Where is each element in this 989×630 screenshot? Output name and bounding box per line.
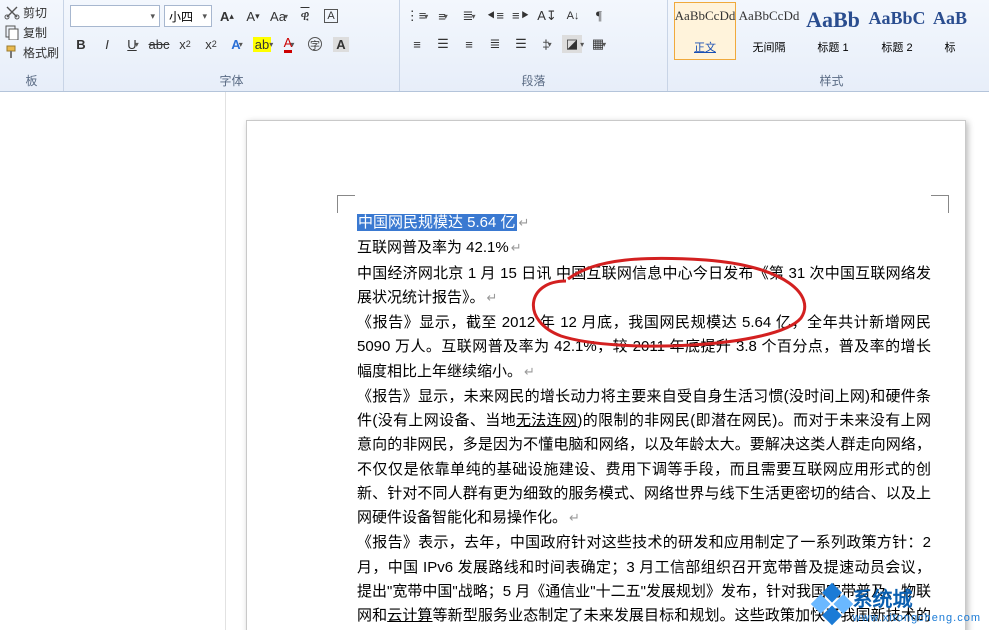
show-marks-button[interactable]: ¶: [588, 5, 610, 27]
style-normal[interactable]: AaBbCcDd 正文: [674, 2, 736, 60]
style-heading2[interactable]: AaBbC 标题 2: [866, 2, 928, 60]
para-4[interactable]: 《报告》显示，截至 2012 年 12 月底，我国网民规模达 5.64 亿，全年…: [357, 311, 931, 384]
sort-icon: A↧: [537, 8, 557, 24]
align-left-button[interactable]: ≡: [406, 33, 428, 55]
margin-corner-tr: [931, 195, 949, 213]
chevron-down-icon: ▾: [150, 11, 155, 22]
cut-label: 剪切: [23, 4, 47, 21]
margin-corner-tl: [337, 195, 355, 213]
justify-button[interactable]: ≣: [484, 33, 506, 55]
title-line[interactable]: 中国网民规模达 5.64 亿↵: [357, 211, 931, 235]
borders-button[interactable]: ▦▾: [588, 33, 610, 55]
change-case-button[interactable]: Aa▾: [268, 5, 290, 27]
grow-font-button[interactable]: A▴: [216, 5, 238, 27]
format-painter-button[interactable]: 格式刷: [4, 42, 59, 62]
chevron-down-icon: ▾: [202, 11, 207, 22]
style-no-spacing[interactable]: AaBbCcDd 无间隔: [738, 2, 800, 60]
font-group: ▾ 小四▾ A▴ A▾ Aa▾ ዊ A B I U▾ abc x2 x2 A▾ …: [64, 0, 400, 91]
clipboard-group: 剪切 复制 格式刷 板: [0, 0, 64, 91]
para-5[interactable]: 《报告》显示，未来网民的增长动力将主要来自受自身生活习惯(没时间上网)和硬件条件…: [357, 385, 931, 531]
clipboard-group-label: 板: [4, 72, 59, 89]
copy-button[interactable]: 复制: [4, 22, 59, 42]
page-area[interactable]: 中国网民规模达 5.64 亿↵ 互联网普及率为 42.1%↵ 中国经济网北京 1…: [226, 92, 989, 630]
decrease-indent-button[interactable]: ⯇≡: [484, 5, 506, 27]
watermark-sub: www.xitongcheng.com: [853, 612, 981, 624]
navigation-pane: [0, 92, 226, 630]
style-gallery: AaBbCcDd 正文 AaBbCcDd 无间隔 AaBb 标题 1 AaBbC…: [674, 2, 989, 60]
increase-indent-button[interactable]: ≡⯈: [510, 5, 532, 27]
text-effects-button[interactable]: A▾: [226, 33, 248, 55]
copy-icon: [4, 24, 20, 40]
font-size-combo[interactable]: 小四▾: [164, 5, 212, 27]
bold-button[interactable]: B: [70, 33, 92, 55]
multilevel-button[interactable]: ≣▾: [458, 5, 480, 27]
ltr-button[interactable]: A↧: [536, 5, 558, 27]
char-shading-button[interactable]: A: [330, 33, 352, 55]
pilcrow-icon: ↵: [511, 240, 522, 255]
selected-text[interactable]: 中国网民规模达 5.64 亿: [357, 214, 517, 231]
subtitle-line[interactable]: 互联网普及率为 42.1%↵: [357, 236, 931, 260]
pilcrow-icon: ↵: [519, 215, 530, 230]
font-group-label: 字体: [70, 72, 393, 89]
copy-label: 复制: [23, 24, 47, 41]
format-painter-label: 格式刷: [23, 44, 59, 61]
align-center-button[interactable]: ☰: [432, 33, 454, 55]
watermark-logo-icon: [810, 582, 852, 624]
paragraph-group: ⋮≡▾ ≡▾ ≣▾ ⯇≡ ≡⯈ A↧ A↓ ¶ ≡ ☰ ≡ ≣ ☰ ‡▾ ◪▾ …: [400, 0, 668, 91]
superscript-button[interactable]: x2: [200, 33, 222, 55]
cut-button[interactable]: 剪切: [4, 2, 59, 22]
char-border-button[interactable]: A: [320, 5, 342, 27]
strike-button[interactable]: abc: [148, 33, 170, 55]
watermark-title: 系统城: [853, 583, 981, 612]
scissors-icon: [4, 4, 20, 20]
shading-button[interactable]: ◪▾: [562, 33, 584, 55]
subscript-button[interactable]: x2: [174, 33, 196, 55]
font-family-combo[interactable]: ▾: [70, 5, 160, 27]
document-page[interactable]: 中国网民规模达 5.64 亿↵ 互联网普及率为 42.1%↵ 中国经济网北京 1…: [246, 120, 966, 630]
workspace: 中国网民规模达 5.64 亿↵ 互联网普及率为 42.1%↵ 中国经济网北京 1…: [0, 92, 989, 630]
distributed-button[interactable]: ☰: [510, 33, 532, 55]
sort-button[interactable]: A↓: [562, 5, 584, 27]
bullets-button[interactable]: ⋮≡▾: [406, 5, 428, 27]
style-heading1[interactable]: AaBb 标题 1: [802, 2, 864, 60]
pilcrow-icon: ↵: [569, 510, 580, 525]
styles-group: AaBbCcDd 正文 AaBbCcDd 无间隔 AaBb 标题 1 AaBbC…: [668, 0, 989, 91]
styles-group-label: 样式: [674, 72, 989, 89]
shrink-font-button[interactable]: A▾: [242, 5, 264, 27]
paragraph-group-label: 段落: [406, 72, 661, 89]
pilcrow-icon: ↵: [487, 290, 498, 305]
para-3[interactable]: 中国经济网北京 1 月 15 日讯 中国互联网信息中心今日发布《第 31 次中国…: [357, 262, 931, 311]
enclose-char-button[interactable]: 字: [304, 33, 326, 55]
phonetic-guide-button[interactable]: ዊ: [294, 5, 316, 27]
ribbon: 剪切 复制 格式刷 板 ▾ 小四▾ A▴ A▾ Aa▾ ዊ A B I U▾ a…: [0, 0, 989, 92]
underline-button[interactable]: U▾: [122, 33, 144, 55]
align-right-button[interactable]: ≡: [458, 33, 480, 55]
pilcrow-icon: ↵: [524, 364, 535, 379]
brush-icon: [4, 44, 20, 60]
font-color-button[interactable]: A▾: [278, 33, 300, 55]
line-spacing-button[interactable]: ‡▾: [536, 33, 558, 55]
italic-button[interactable]: I: [96, 33, 118, 55]
numbering-button[interactable]: ≡▾: [432, 5, 454, 27]
watermark: 系统城 www.xitongcheng.com: [817, 583, 981, 624]
highlight-button[interactable]: ab▾: [252, 33, 274, 55]
style-heading3[interactable]: AaB 标: [930, 2, 970, 60]
